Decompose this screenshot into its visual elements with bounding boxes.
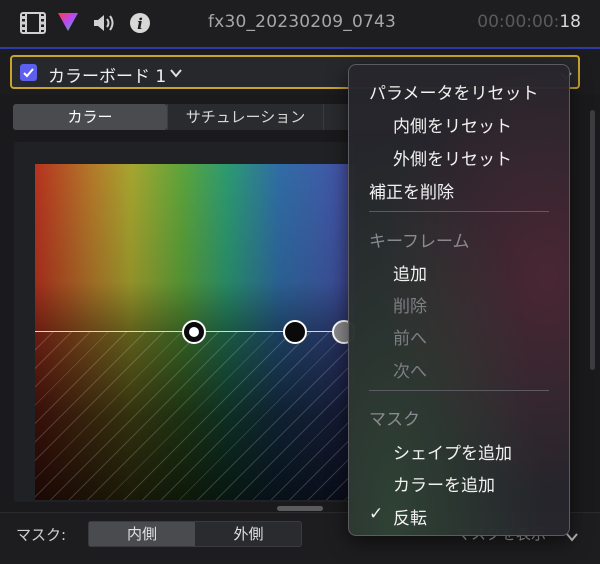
inspector-top-bar: i fx30_20230209_0743 00:00:00:18 [0,0,600,47]
menu-item-add-keyframe[interactable]: 追加 [393,260,569,285]
menu-item-invert-masks[interactable]: 反転 [393,504,569,529]
context-menu: パラメータをリセット 内側をリセット 外側をリセット 補正を削除 キーフレーム … [348,64,570,536]
mask-label: マスク: [16,526,67,544]
color-board-negative-hatch [35,331,355,500]
menu-item-previous-keyframe: 前へ [393,329,427,349]
timecode-dim: 00:00:00: [477,12,560,32]
effect-name[interactable]: カラーボード 1 [48,62,166,87]
menu-item-next-keyframe: 次へ [393,362,427,382]
menu-item-reset-inside[interactable]: 内側をリセット [393,112,569,137]
clip-filename: fx30_20230209_0743 [208,12,397,32]
checkmark-icon: ✓ [369,504,384,524]
menu-heading-mask: マスク [369,410,420,430]
mask-inside-button[interactable]: 内側 [89,522,195,546]
shadows-puck[interactable] [283,320,307,344]
chevron-down-icon[interactable] [169,64,183,83]
info-icon[interactable]: i [129,12,151,38]
timecode-frames: 18 [559,12,581,32]
timecode: 00:00:00:18 [477,12,581,32]
color-board[interactable] [35,164,355,500]
svg-text:i: i [137,15,143,33]
audio-icon[interactable] [92,12,116,38]
vertical-scrollbar[interactable] [590,110,595,370]
menu-heading-keyframe: キーフレーム [369,232,470,252]
mask-segment: 内側 外側 [88,521,302,547]
tab-saturation[interactable]: サチュレーション [168,104,323,130]
film-icon[interactable] [20,12,46,38]
effect-enable-checkbox[interactable] [20,64,37,81]
menu-item-add-shape-mask[interactable]: シェイプを追加 [393,439,569,464]
mask-outside-button[interactable]: 外側 [196,522,301,546]
menu-item-delete-correction[interactable]: 補正を削除 [369,178,569,203]
menu-separator [369,211,549,212]
master-puck-dot [189,327,199,337]
master-puck[interactable] [182,320,206,344]
tab-color[interactable]: カラー [13,104,167,130]
color-inspector-icon[interactable] [57,12,79,36]
timeline-accent-line [0,47,600,49]
menu-item-reset-parameters[interactable]: パラメータをリセット [369,79,569,104]
menu-separator [369,390,549,391]
menu-item-add-color-mask[interactable]: カラーを追加 [393,471,569,496]
menu-item-reset-outside[interactable]: 外側をリセット [393,145,569,170]
horizontal-scroll-handle[interactable] [277,506,323,511]
menu-item-delete-keyframe: 削除 [393,297,427,317]
